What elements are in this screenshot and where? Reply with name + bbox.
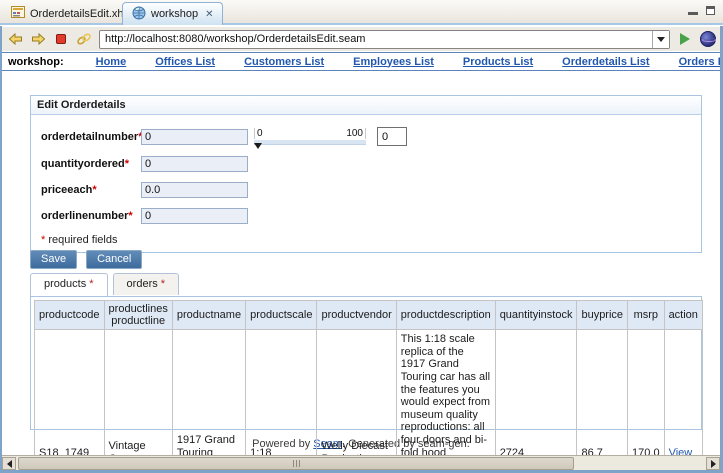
nav-link-employees[interactable]: Employees List [353,56,434,68]
field-label: orderlinenumber [41,210,128,222]
url-input[interactable] [100,31,652,48]
products-table-panel: productcode productlines productline pro… [30,296,702,430]
horizontal-scrollbar[interactable] [2,455,720,470]
app-navbar: workshop: Home Offices List Customers Li… [0,52,723,71]
col-action: action [664,301,702,330]
url-dropdown-button[interactable] [652,31,669,48]
cancel-button[interactable]: Cancel [86,250,142,269]
field-row-orderdetailnumber: orderdetailnumber* 0 100 [31,127,693,146]
products-table: productcode productlines productline pro… [34,300,703,455]
field-label: orderdetailnumber [41,131,138,143]
nav-link-orders[interactable]: Orders List [679,56,723,68]
slider-handle[interactable] [254,143,262,149]
cell-productscale: 1:18 [246,330,317,456]
nav-link-customers[interactable]: Customers List [244,56,324,68]
scrollbar-thumb[interactable] [18,457,574,470]
tab-orders[interactable]: orders * [113,273,180,295]
cell-productdescription: This 1:18 scale replica of the 1917 Gran… [396,330,495,456]
url-bar [99,30,670,49]
slider-track[interactable] [254,140,366,145]
slider-max-label: 100 [346,128,363,139]
edit-orderdetails-panel: Edit Orderdetails orderdetailnumber* 0 1… [30,95,702,253]
scroll-left-arrow[interactable] [2,457,16,470]
page-content: Edit Orderdetails orderdetailnumber* 0 1… [2,72,720,455]
globe-icon [132,6,146,23]
scroll-right-arrow[interactable] [706,457,720,470]
required-star: * [125,158,129,170]
back-icon[interactable] [7,31,23,47]
col-msrp: msrp [628,301,665,330]
save-button[interactable]: Save [30,250,77,269]
nav-link-orderdetails[interactable]: Orderdetails List [562,56,649,68]
cell-productname: 1917 Grand Touring Sedan [172,330,245,456]
orderdetailnumber-spinner[interactable] [377,127,407,146]
nav-link-offices[interactable]: Offices List [155,56,215,68]
col-productline: productlines productline [104,301,172,330]
table-header-row: productcode productlines productline pro… [35,301,703,330]
table-row: S18_1749 Vintage Cars 1917 Grand Touring… [35,330,703,456]
editor-tab-browser-label: workshop [151,8,198,20]
refresh-link-icon[interactable] [76,31,92,47]
col-productscale: productscale [246,301,317,330]
app-brand: workshop: [8,56,64,68]
quantityordered-input[interactable] [141,156,248,172]
cell-productline: Vintage Cars [104,330,172,456]
stop-icon[interactable] [53,31,69,47]
slider-min-label: 0 [257,128,263,139]
window-edge-left [0,26,2,473]
field-row-quantityordered: quantityordered* [31,156,693,172]
field-label: quantityordered [41,158,125,170]
external-browser-icon[interactable] [700,31,716,47]
col-buyprice: buyprice [577,301,628,330]
cell-action: View [664,330,702,456]
editor-tabbar: OrderdetailsEdit.xhtml workshop ✕ [0,0,723,25]
editor-tab-browser[interactable]: workshop ✕ [122,2,223,25]
orderdetailnumber-input[interactable] [141,129,248,145]
close-icon[interactable]: ✕ [205,9,213,20]
col-productdescription: productdescription [396,301,495,330]
required-star: * [92,184,96,196]
col-productvendor: productvendor [317,301,396,330]
chevron-down-icon [657,37,665,42]
field-row-orderlinenumber: orderlinenumber* [31,208,693,224]
col-productname: productname [172,301,245,330]
cell-quantityinstock: 2724 [495,330,577,456]
forward-icon[interactable] [30,31,46,47]
cell-buyprice: 86.7 [577,330,628,456]
minimize-icon[interactable] [688,6,698,15]
cell-productcode: S18_1749 [35,330,105,456]
panel-title: Edit Orderdetails [31,96,701,115]
cell-msrp: 170.0 [628,330,665,456]
xhtml-file-icon [11,6,25,21]
field-label: priceeach [41,184,92,196]
col-quantityinstock: quantityinstock [495,301,577,330]
nav-link-products[interactable]: Products List [463,56,533,68]
required-star: * [128,210,132,222]
browser-toolbar [0,27,723,51]
go-icon[interactable] [677,31,693,47]
tab-products[interactable]: products * [30,273,108,296]
col-productcode: productcode [35,301,105,330]
orderdetailnumber-slider[interactable]: 0 100 [254,128,366,145]
field-row-priceeach: priceeach* [31,182,693,198]
required-fields-note: * required fields [31,234,693,246]
cell-productvendor: Welly Diecast Productions [317,330,396,456]
priceeach-input[interactable] [141,182,248,198]
detail-tabs: products * orders * [30,273,179,295]
maximize-icon[interactable] [706,6,715,15]
orderlinenumber-input[interactable] [141,208,248,224]
nav-link-home[interactable]: Home [96,56,127,68]
view-link[interactable]: View [669,447,693,455]
